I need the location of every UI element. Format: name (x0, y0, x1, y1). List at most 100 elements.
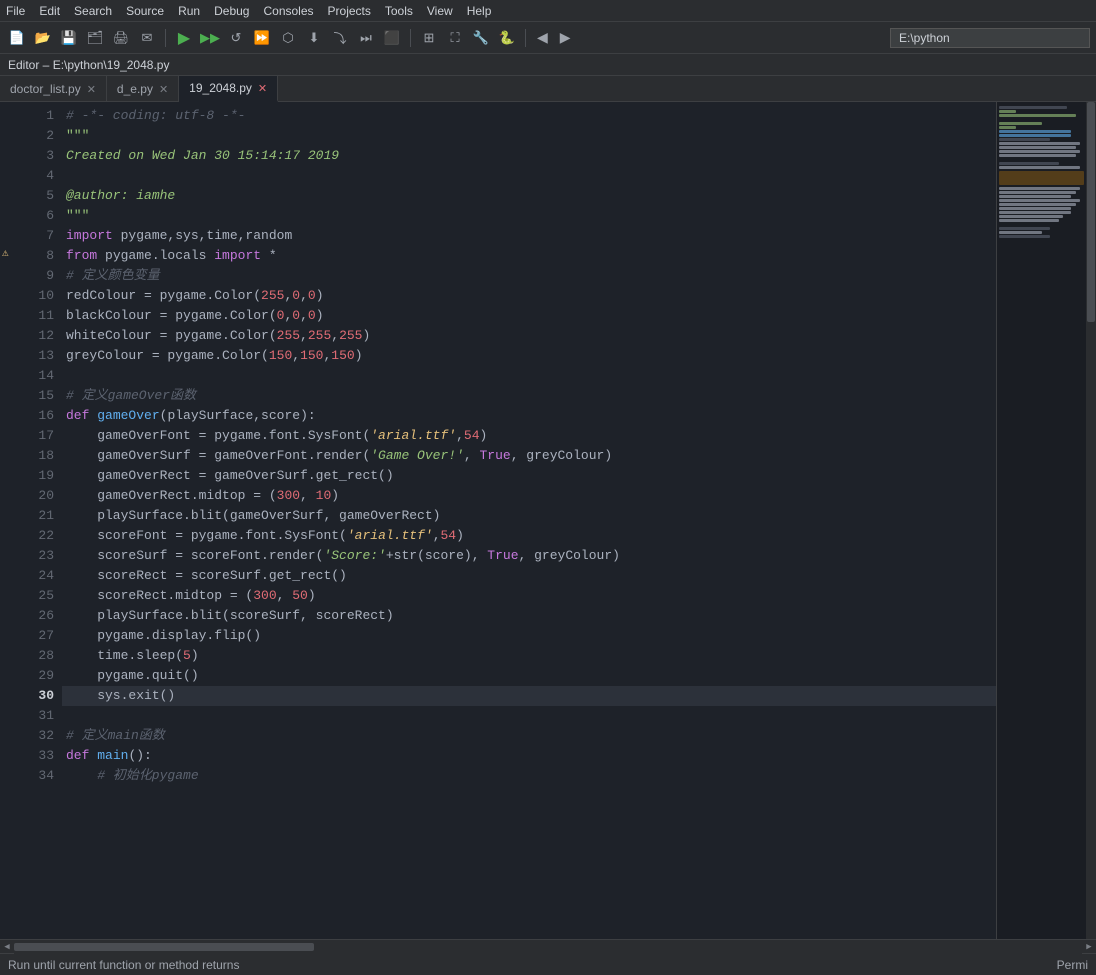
code-line-5: @author: iamhe (62, 186, 996, 206)
run-module-button[interactable]: ⏩ (251, 27, 273, 49)
ln-14: 14 (0, 366, 54, 386)
ln-1: 1 (0, 106, 54, 126)
menu-tools[interactable]: Tools (385, 4, 413, 18)
menu-run[interactable]: Run (178, 4, 200, 18)
back-button[interactable]: ◀ (533, 29, 552, 46)
tab-2048-close[interactable]: ✕ (258, 82, 267, 95)
ln-31: 31 (0, 706, 54, 726)
ln-9: 9 (0, 266, 54, 286)
statusbar-right: Permi (1057, 958, 1088, 972)
ln-2: 2 (0, 126, 54, 146)
ln-10: 10 (0, 286, 54, 306)
menu-projects[interactable]: Projects (328, 4, 371, 18)
scroll-left-button[interactable]: ◀ (0, 940, 14, 954)
tab-2048-label: 19_2048.py (189, 81, 252, 95)
code-line-23: scoreSurf = scoreFont.render('Score:'+st… (62, 546, 996, 566)
code-line-3: Created on Wed Jan 30 15:14:17 2019 (62, 146, 996, 166)
tab-d-e[interactable]: d_e.py ✕ (107, 76, 179, 102)
settings-button[interactable]: 🔧 (470, 27, 492, 49)
save-all-button[interactable]: 🗂 (84, 27, 106, 49)
step-over-button[interactable]: ⤵ (329, 27, 351, 49)
code-line-18: gameOverSurf = gameOverFont.render('Game… (62, 446, 996, 466)
menu-help[interactable]: Help (467, 4, 492, 18)
minimap-highlight (999, 171, 1084, 185)
code-line-32: # 定义main函数 (62, 726, 996, 746)
open-file-button[interactable]: 📂 (32, 27, 54, 49)
tab-doctor-list[interactable]: doctor_list.py ✕ (0, 76, 107, 102)
ln-27: 27 (0, 626, 54, 646)
code-line-1: # -*- coding: utf-8 -*- (62, 106, 996, 126)
minimap (996, 102, 1086, 939)
step-into-button[interactable]: ⬇ (303, 27, 325, 49)
run-button[interactable]: ▶ (173, 27, 195, 49)
toolbar-divider-1 (165, 29, 166, 47)
code-line-28: time.sleep(5) (62, 646, 996, 666)
ln-24: 24 (0, 566, 54, 586)
scrollbar-thumb[interactable] (1087, 102, 1095, 322)
ln-12: 12 (0, 326, 54, 346)
code-line-20: gameOverRect.midtop = (300, 10) (62, 486, 996, 506)
step-out-button[interactable]: ⏭ (355, 27, 377, 49)
scrollbar-h-track[interactable] (14, 940, 1082, 954)
minimap-content (997, 102, 1086, 243)
code-line-29: pygame.quit() (62, 666, 996, 686)
path-input[interactable] (890, 28, 1090, 48)
new-file-button[interactable]: 📄 (6, 27, 28, 49)
code-line-30: sys.exit() (62, 686, 996, 706)
code-line-11: blackColour = pygame.Color(0,0,0) (62, 306, 996, 326)
code-line-17: gameOverFont = pygame.font.SysFont('aria… (62, 426, 996, 446)
code-line-9: # 定义颜色变量 (62, 266, 996, 286)
menu-debug[interactable]: Debug (214, 4, 249, 18)
ln-5: 5 (0, 186, 54, 206)
forward-button[interactable]: ▶ (556, 29, 575, 46)
code-line-2: """ (62, 126, 996, 146)
code-container: ⚠ 1 2 3 4 5 6 7 8 9 10 11 12 13 14 15 16… (0, 102, 1096, 939)
menubar: File Edit Search Source Run Debug Consol… (0, 0, 1096, 22)
tab-doctor-list-close[interactable]: ✕ (87, 83, 96, 96)
code-line-7: import pygame,sys,time,random (62, 226, 996, 246)
code-line-22: scoreFont = pygame.font.SysFont('arial.t… (62, 526, 996, 546)
save-button[interactable]: 💾 (58, 27, 80, 49)
stop-button[interactable]: ⬛ (381, 27, 403, 49)
restart-button[interactable]: ↺ (225, 27, 247, 49)
ln-3: 3 (0, 146, 54, 166)
tab-doctor-list-label: doctor_list.py (10, 82, 81, 96)
ln-11: 11 (0, 306, 54, 326)
code-line-34: # 初始化pygame (62, 766, 996, 786)
scroll-right-button[interactable]: ▶ (1082, 940, 1096, 954)
email-button[interactable]: ✉ (136, 27, 158, 49)
code-line-4 (62, 166, 996, 186)
print-button[interactable]: 🖨 (110, 27, 132, 49)
ln-4: 4 (0, 166, 54, 186)
scrollbar-vertical[interactable] (1086, 102, 1096, 939)
code-line-19: gameOverRect = gameOverSurf.get_rect() (62, 466, 996, 486)
tab-d-e-close[interactable]: ✕ (159, 83, 168, 96)
menu-search[interactable]: Search (74, 4, 112, 18)
code-line-25: scoreRect.midtop = (300, 50) (62, 586, 996, 606)
menu-file[interactable]: File (6, 4, 25, 18)
run-debug-button[interactable]: ▶▶ (199, 27, 221, 49)
code-line-27: pygame.display.flip() (62, 626, 996, 646)
ln-22: 22 (0, 526, 54, 546)
ln-20: 20 (0, 486, 54, 506)
ln-23: 23 (0, 546, 54, 566)
fullscreen-button[interactable]: ⛶ (444, 27, 466, 49)
code-line-33: def main(): (62, 746, 996, 766)
tab-2048[interactable]: 19_2048.py ✕ (179, 76, 278, 102)
expand-button[interactable]: ⊞ (418, 27, 440, 49)
code-editor[interactable]: # -*- coding: utf-8 -*- """ Created on W… (62, 102, 996, 939)
ln-33: 33 (0, 746, 54, 766)
scrollbar-horizontal-area: ◀ ▶ (0, 939, 1096, 953)
code-line-14 (62, 366, 996, 386)
ln-17: 17 (0, 426, 54, 446)
toolbar: 📄 📂 💾 🗂 🖨 ✉ ▶ ▶▶ ↺ ⏩ ⬡ ⬇ ⤵ ⏭ ⬛ ⊞ ⛶ 🔧 🐍 ◀… (0, 22, 1096, 54)
python-button[interactable]: 🐍 (496, 27, 518, 49)
menu-source[interactable]: Source (126, 4, 164, 18)
menu-consoles[interactable]: Consoles (263, 4, 313, 18)
menu-view[interactable]: View (427, 4, 453, 18)
run-cell-button[interactable]: ⬡ (277, 27, 299, 49)
ln-29: 29 (0, 666, 54, 686)
menu-edit[interactable]: Edit (39, 4, 60, 18)
code-line-6: """ (62, 206, 996, 226)
scrollbar-h-thumb[interactable] (14, 943, 314, 951)
